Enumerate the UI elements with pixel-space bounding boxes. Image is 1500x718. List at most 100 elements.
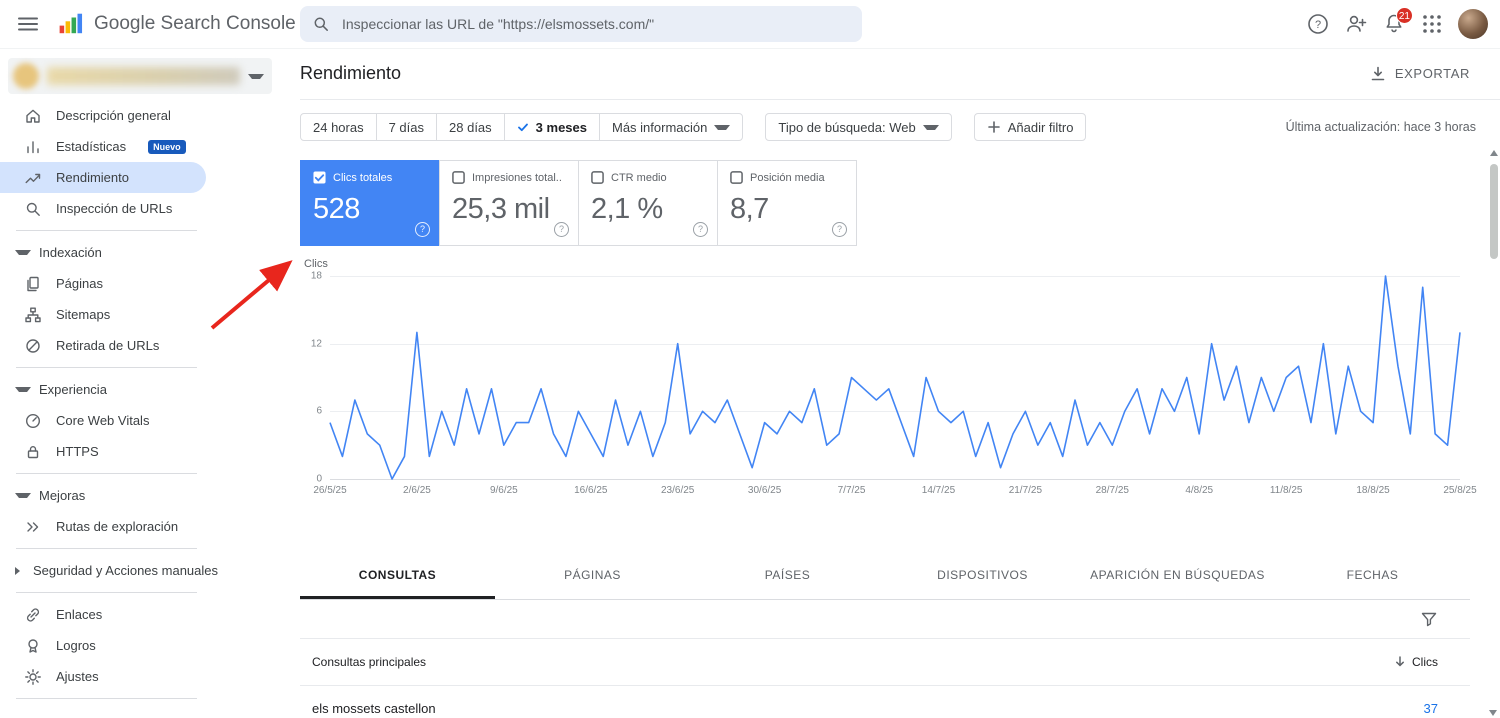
add-filter-button[interactable]: Añadir filtro xyxy=(973,113,1087,141)
url-inspection-searchbox[interactable] xyxy=(300,6,862,42)
range-3m-button[interactable]: 3 meses xyxy=(503,113,600,141)
search-icon xyxy=(312,15,330,33)
tab-consultas[interactable]: CONSULTAS xyxy=(300,551,495,599)
export-button[interactable]: EXPORTAR xyxy=(1363,64,1476,84)
x-tick-label: 4/8/25 xyxy=(1185,485,1214,496)
dimensions-table: CONSULTAS PÁGINAS PAÍSES DISPOSITIVOS AP… xyxy=(300,551,1470,718)
divider xyxy=(16,367,197,368)
metric-value: 528 xyxy=(313,193,360,225)
search-type-filter-button[interactable]: Tipo de búsqueda: Web xyxy=(765,113,952,141)
more-info-button[interactable]: Más información xyxy=(599,113,744,141)
divider xyxy=(16,698,197,699)
column-header-queries: Consultas principales xyxy=(312,655,427,669)
property-selector[interactable] xyxy=(8,58,272,94)
notifications-bell-icon[interactable]: 21 xyxy=(1382,7,1413,36)
metric-card-avg-position[interactable]: Posición media 8,7 ? xyxy=(717,160,857,246)
chart-x-axis-labels: 26/5/25 2/6/25 9/6/25 16/6/25 23/6/25 30/6/25… xyxy=(313,485,1476,501)
topbar: Google Search Console ? 21 xyxy=(0,0,1500,49)
sidebar-item-paginas[interactable]: Páginas xyxy=(0,268,206,299)
sidebar-item-enlaces[interactable]: Enlaces xyxy=(0,599,206,630)
sitemap-icon xyxy=(24,306,42,324)
main-content: Rendimiento EXPORTAR 24 horas 7 días 28 … xyxy=(280,48,1500,718)
metric-value: 2,1 % xyxy=(591,193,663,225)
home-icon xyxy=(24,107,42,125)
menu-icon[interactable] xyxy=(16,12,40,36)
help-icon[interactable]: ? xyxy=(1306,12,1330,36)
sidebar-item-retirada-urls[interactable]: Retirada de URLs xyxy=(0,330,206,361)
table-filter-row xyxy=(300,600,1470,639)
range-28d-button[interactable]: 28 días xyxy=(436,113,505,141)
tab-aparicion-busquedas[interactable]: APARICIÓN EN BÚSQUEDAS xyxy=(1080,551,1275,599)
app-title: Google Search Console xyxy=(94,13,296,34)
tab-paginas[interactable]: PÁGINAS xyxy=(495,551,690,599)
metric-card-total-clicks[interactable]: Clics totales 528 ? xyxy=(300,160,440,246)
help-icon[interactable]: ? xyxy=(832,222,847,237)
clicks-chart: Clics 18 12 6 0 26/5/25 2/6/25 9/6/25 16… xyxy=(300,258,1477,501)
sidebar: Descripción general Estadísticas Nuevo R… xyxy=(0,48,280,718)
x-tick-label: 16/6/25 xyxy=(574,485,608,496)
column-header-clicks-sorted[interactable]: Clics xyxy=(1393,655,1438,669)
tab-paises[interactable]: PAÍSES xyxy=(690,551,885,599)
tab-fechas[interactable]: FECHAS xyxy=(1275,551,1470,599)
breadcrumbs-icon xyxy=(24,518,42,536)
sidebar-item-core-web-vitals[interactable]: Core Web Vitals xyxy=(0,405,206,436)
add-user-icon[interactable] xyxy=(1344,12,1368,36)
x-tick-label: 7/7/25 xyxy=(837,485,866,496)
search-console-logo-icon[interactable] xyxy=(58,11,84,37)
sidebar-item-logros[interactable]: Logros xyxy=(0,630,206,661)
divider xyxy=(16,473,197,474)
gauge-icon xyxy=(24,412,42,430)
sidebar-item-ajustes[interactable]: Ajustes xyxy=(0,661,206,692)
new-badge: Nuevo xyxy=(148,139,186,154)
tab-dispositivos[interactable]: DISPOSITIVOS xyxy=(885,551,1080,599)
sidebar-item-inspeccion-urls[interactable]: Inspección de URLs xyxy=(0,193,206,224)
scrollbar[interactable] xyxy=(1488,150,1499,716)
sidebar-section-seguridad[interactable]: Seguridad y Acciones manuales xyxy=(0,555,218,586)
scroll-up-arrow[interactable] xyxy=(1489,150,1498,156)
search-input[interactable] xyxy=(340,15,850,33)
scrollbar-thumb[interactable] xyxy=(1489,164,1498,259)
sidebar-item-descripcion-general[interactable]: Descripción general xyxy=(0,100,206,131)
checkbox-checked-icon[interactable] xyxy=(313,171,326,184)
checkbox-unchecked-icon[interactable] xyxy=(452,171,465,184)
x-tick-label: 18/8/25 xyxy=(1356,485,1390,496)
checkbox-unchecked-icon[interactable] xyxy=(730,171,743,184)
query-cell: els mossets castellon xyxy=(312,700,436,716)
sidebar-item-rutas-exploracion[interactable]: Rutas de exploración xyxy=(0,511,206,542)
sidebar-item-sitemaps[interactable]: Sitemaps xyxy=(0,299,206,330)
metric-card-total-impressions[interactable]: Impresiones total.. 25,3 mil ? xyxy=(439,160,579,246)
x-tick-label: 11/8/25 xyxy=(1269,485,1303,496)
help-icon[interactable]: ? xyxy=(693,222,708,237)
range-7d-button[interactable]: 7 días xyxy=(375,113,438,141)
avatar[interactable] xyxy=(1458,9,1488,39)
metric-card-avg-ctr[interactable]: CTR medio 2,1 % ? xyxy=(578,160,718,246)
x-tick-label: 9/6/25 xyxy=(489,485,518,496)
apps-grid-icon[interactable] xyxy=(1420,12,1444,36)
scroll-down-arrow[interactable] xyxy=(1489,710,1497,716)
sidebar-item-rendimiento[interactable]: Rendimiento xyxy=(0,162,206,193)
page-title: Rendimiento xyxy=(300,63,402,83)
range-24h-button[interactable]: 24 horas xyxy=(300,113,377,141)
gear-icon xyxy=(24,668,42,686)
page-header: Rendimiento EXPORTAR xyxy=(300,48,1500,100)
metric-cards: Clics totales 528 ? Impresiones total.. … xyxy=(300,160,1500,246)
checkbox-unchecked-icon[interactable] xyxy=(591,171,604,184)
chart-plot-area[interactable] xyxy=(330,276,1460,480)
help-icon[interactable]: ? xyxy=(415,222,430,237)
sidebar-section-indexacion[interactable]: Indexación xyxy=(0,237,206,268)
chevron-down-icon xyxy=(248,73,264,79)
x-tick-label: 14/7/25 xyxy=(921,485,956,496)
sidebar-section-mejoras[interactable]: Mejoras xyxy=(0,480,206,511)
chevron-down-icon xyxy=(15,493,31,498)
help-icon[interactable]: ? xyxy=(554,222,569,237)
chevron-down-icon xyxy=(15,387,31,392)
sidebar-item-https[interactable]: HTTPS xyxy=(0,436,206,467)
sidebar-section-experiencia[interactable]: Experiencia xyxy=(0,374,206,405)
filter-funnel-icon[interactable] xyxy=(1420,610,1438,628)
magnifier-icon xyxy=(24,200,42,218)
insights-icon xyxy=(24,138,42,156)
table-tabs: CONSULTAS PÁGINAS PAÍSES DISPOSITIVOS AP… xyxy=(300,551,1470,600)
table-row[interactable]: els mossets castellon 37 xyxy=(300,686,1470,718)
sidebar-item-estadisticas[interactable]: Estadísticas Nuevo xyxy=(0,131,206,162)
google-search-console-app: Google Search Console ? 21 xyxy=(0,0,1500,718)
